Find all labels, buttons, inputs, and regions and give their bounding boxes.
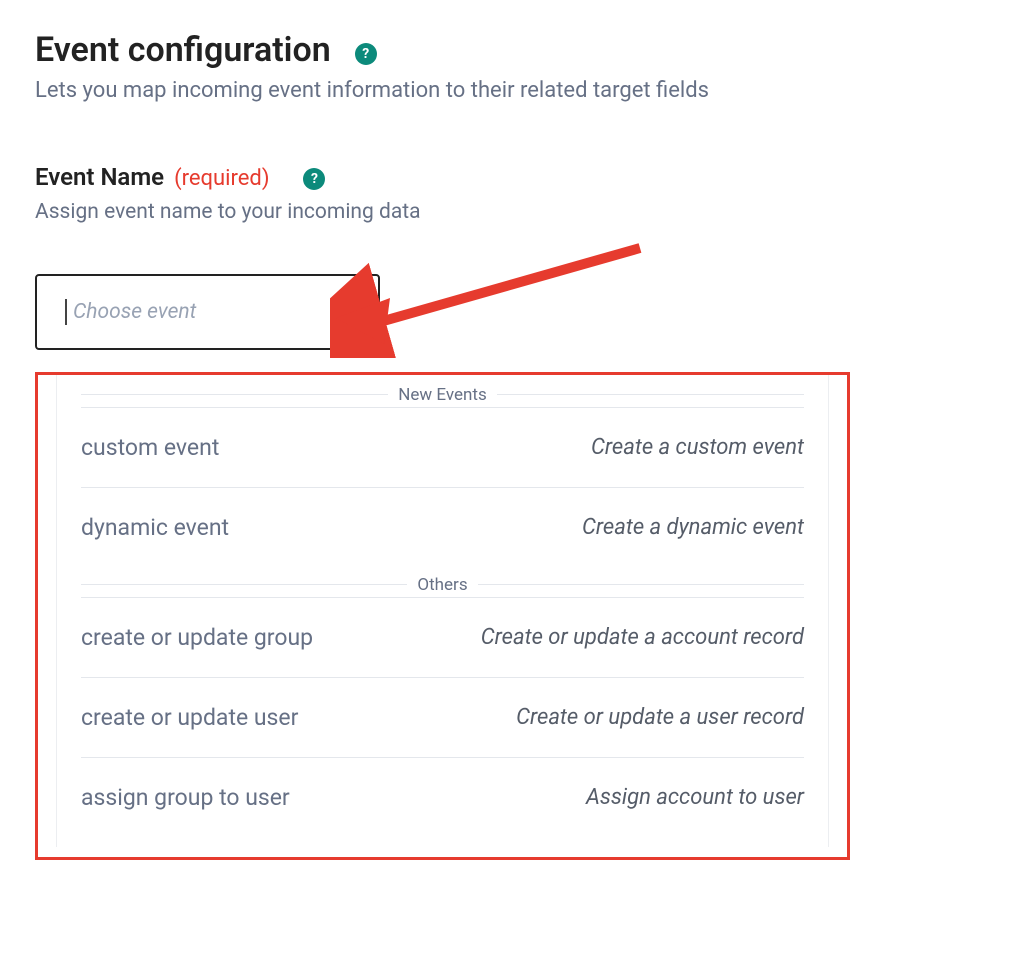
select-placeholder: Choose event (73, 300, 340, 324)
option-label: create or update group (81, 624, 313, 651)
field-label: Event Name (35, 163, 164, 191)
help-icon[interactable]: ? (355, 43, 377, 65)
help-icon[interactable]: ? (303, 168, 325, 190)
event-dropdown-panel: New Events custom event Create a custom … (35, 372, 850, 860)
event-name-field: Event Name (required) ? Assign event nam… (35, 163, 989, 860)
option-description: Assign account to user (586, 785, 804, 810)
dropdown-section-title: Others (407, 575, 477, 595)
option-label: dynamic event (81, 514, 229, 541)
event-dropdown-list: New Events custom event Create a custom … (56, 375, 829, 847)
option-custom-event[interactable]: custom event Create a custom event (81, 407, 804, 487)
option-dynamic-event[interactable]: dynamic event Create a dynamic event (81, 487, 804, 567)
dropdown-section-header: Others (81, 567, 804, 597)
option-description: Create a dynamic event (582, 515, 804, 540)
event-select[interactable]: Choose event (35, 274, 380, 350)
page-header: Event configuration ? Lets you map incom… (35, 30, 989, 103)
text-cursor (65, 299, 67, 325)
option-create-or-update-user[interactable]: create or update user Create or update a… (81, 677, 804, 757)
option-description: Create a custom event (591, 435, 804, 460)
page-subtitle: Lets you map incoming event information … (35, 78, 989, 103)
option-description: Create or update a user record (516, 705, 804, 730)
option-label: assign group to user (81, 784, 290, 811)
option-label: create or update user (81, 704, 298, 731)
option-label: custom event (81, 434, 219, 461)
dropdown-section-header: New Events (81, 375, 804, 407)
option-assign-group-to-user[interactable]: assign group to user Assign account to u… (81, 757, 804, 837)
chevron-down-icon (340, 304, 356, 320)
dropdown-section-title: New Events (388, 385, 496, 405)
required-tag: (required) (174, 166, 269, 191)
option-description: Create or update a account record (481, 625, 804, 650)
field-help-text: Assign event name to your incoming data (35, 200, 989, 224)
page-title: Event configuration (35, 30, 331, 70)
option-create-or-update-group[interactable]: create or update group Create or update … (81, 597, 804, 677)
